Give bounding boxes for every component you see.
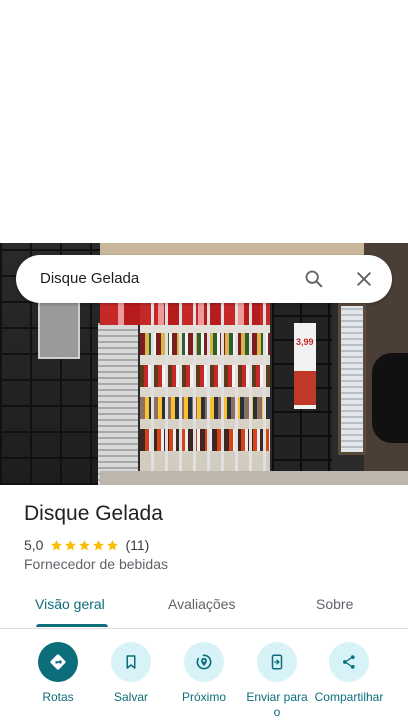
search-query[interactable]: Disque Gelada xyxy=(40,270,139,287)
search-bar[interactable]: Disque Gelada xyxy=(16,255,392,303)
directions-button[interactable]: Rotas xyxy=(18,642,98,705)
share-button[interactable]: Compartilhar xyxy=(309,642,389,705)
security-gate xyxy=(140,303,270,485)
active-tab-indicator xyxy=(36,624,108,627)
send-to-phone-label: Enviar para o xyxy=(246,690,308,719)
tab-overview[interactable]: Visão geral xyxy=(35,596,105,612)
send-to-phone-icon xyxy=(271,654,283,670)
review-count[interactable]: (11) xyxy=(125,537,149,553)
search-button[interactable] xyxy=(296,261,332,297)
rating-row[interactable]: 5,0 (11) xyxy=(24,536,149,554)
share-label: Compartilhar xyxy=(314,690,384,704)
map-blank-area xyxy=(0,0,408,243)
share-icon xyxy=(343,655,355,669)
motorcycle xyxy=(372,353,408,443)
electric-meter xyxy=(38,301,80,359)
tab-bar: Visão geral Avaliações Sobre xyxy=(0,586,408,629)
nearby-label: Próximo xyxy=(181,690,226,704)
nearby-icon xyxy=(196,654,212,670)
star-icon xyxy=(93,539,105,550)
place-name: Disque Gelada xyxy=(24,502,163,525)
tab-about[interactable]: Sobre xyxy=(316,596,353,612)
tab-reviews[interactable]: Avaliações xyxy=(168,596,235,612)
place-category: Fornecedor de bebidas xyxy=(24,556,168,572)
save-button[interactable]: Salvar xyxy=(91,642,171,705)
star-icon xyxy=(107,539,119,550)
nearby-button[interactable]: Próximo xyxy=(164,642,244,705)
price-poster: 3,99 xyxy=(294,323,316,409)
star-rating xyxy=(50,539,120,552)
bookmark-icon xyxy=(126,655,136,669)
star-icon xyxy=(51,539,63,550)
shutter-door xyxy=(338,303,366,455)
clear-search-button[interactable] xyxy=(346,261,382,297)
star-icon xyxy=(79,539,91,550)
save-label: Salvar xyxy=(113,690,148,704)
search-icon xyxy=(305,270,323,288)
directions-icon xyxy=(50,654,66,670)
rating-value: 5,0 xyxy=(24,537,44,553)
directions-label: Rotas xyxy=(42,690,74,704)
send-to-phone-button[interactable]: Enviar para o xyxy=(237,642,317,720)
star-icon xyxy=(65,539,77,550)
close-icon xyxy=(357,272,371,286)
